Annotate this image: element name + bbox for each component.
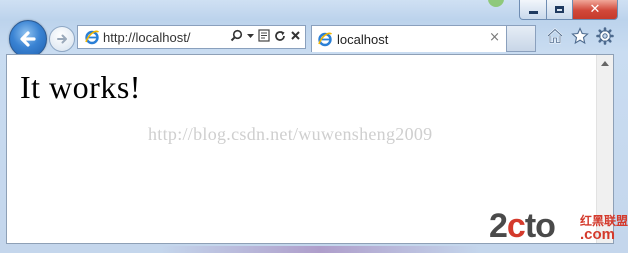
close-icon: ✕ (589, 2, 601, 17)
maximize-icon (555, 6, 564, 13)
search-icon[interactable] (230, 29, 243, 42)
chevron-down-icon[interactable] (247, 33, 254, 39)
forward-button[interactable] (49, 26, 75, 52)
logo-highlight: c (506, 207, 526, 245)
close-window-button[interactable]: ✕ (573, 0, 618, 20)
ie-page-icon (85, 30, 99, 45)
url-text[interactable]: http://localhost/ (103, 30, 190, 45)
refresh-icon[interactable] (274, 30, 286, 42)
address-tools (230, 29, 301, 42)
tab-title: localhost (337, 32, 389, 47)
minimize-button[interactable] (519, 0, 547, 20)
taskbar-glimpse (160, 246, 480, 253)
address-bar[interactable]: http://localhost/ (77, 25, 306, 49)
maximize-button[interactable] (547, 0, 573, 20)
favorites-star-icon[interactable] (571, 27, 589, 45)
new-tab-button[interactable] (507, 25, 536, 52)
site-logo: 2cto 红黑联盟 .com (489, 207, 628, 253)
forward-arrow-icon (57, 34, 67, 44)
browser-toolbar (546, 27, 614, 45)
minimize-icon (528, 11, 538, 14)
stop-icon[interactable] (290, 30, 301, 41)
window-caption-buttons: ✕ (519, 0, 618, 20)
logo-domain: .com (580, 226, 616, 243)
back-arrow-icon (20, 31, 36, 47)
page-heading: It works! (20, 69, 141, 105)
scroll-up-arrow-icon[interactable] (601, 61, 609, 66)
watermark-text: http://blog.csdn.net/wuwensheng2009 (148, 124, 433, 144)
caption-decoration (488, 0, 504, 7)
logo-prefix: 2 (489, 207, 508, 245)
logo-wordmark: 2cto (489, 207, 556, 246)
tab-close-icon[interactable]: × (489, 30, 500, 45)
tab-localhost[interactable]: localhost × (311, 25, 507, 52)
compatibility-view-icon[interactable] (258, 29, 270, 42)
home-icon[interactable] (546, 27, 564, 45)
ie-tab-icon (318, 32, 332, 47)
back-button[interactable] (9, 20, 47, 58)
gear-icon[interactable] (596, 27, 614, 45)
logo-suffix: to (524, 207, 556, 245)
browser-window: ✕ http://localhost/ localhost × It works… (0, 0, 628, 253)
